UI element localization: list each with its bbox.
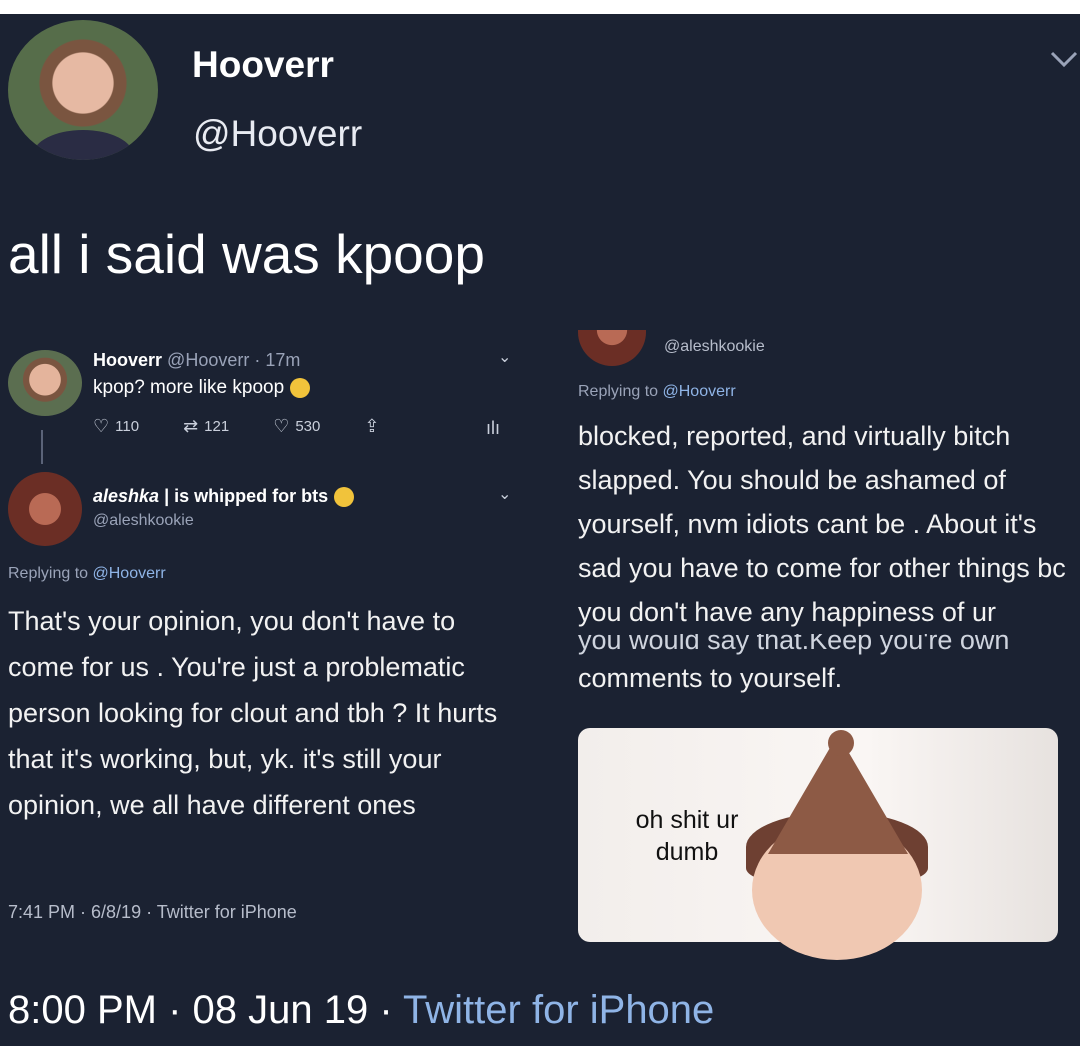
- share-action: ⇪: [364, 416, 385, 437]
- name-suffix: | is whipped for bts: [159, 486, 329, 506]
- replying-handle-link: @Hooverr: [92, 565, 166, 582]
- reply-text: blocked, reported, and virtually bitch s…: [578, 414, 1078, 700]
- top-white-strip: [0, 0, 1080, 14]
- tweet-footer: 8:00 PM · 08 Jun 19 · Twitter for iPhone: [8, 988, 714, 1033]
- tweet-source-link[interactable]: Twitter for iPhone: [403, 988, 714, 1032]
- embedded-tweet-header: Hooverr @Hooverr · 17m: [93, 350, 300, 371]
- reply-text-main: blocked, reported, and virtually bitch s…: [578, 421, 1066, 627]
- retweet-action: ⇄ 121: [183, 416, 229, 437]
- embedded-handle: @aleshkookie: [664, 338, 765, 355]
- styled-name: aleshka: [93, 486, 160, 506]
- retweet-icon: ⇄: [183, 416, 199, 436]
- replying-prefix: Replying to: [8, 565, 93, 582]
- reply-action: ♡ 110: [93, 416, 139, 437]
- meme-caption: oh shit ur dumb: [635, 806, 739, 866]
- avatar-shirt: [33, 130, 133, 160]
- like-count: 530: [295, 418, 321, 435]
- action-bar: ♡ 110 ⇄ 121 ♡ 530 ⇪: [93, 416, 429, 437]
- like-action: ♡ 530: [273, 416, 320, 437]
- emoji-icon: [334, 487, 355, 508]
- chevron-down-icon: ⌄: [498, 486, 512, 503]
- tweet-text: all i said was kpoop: [8, 223, 485, 285]
- timestamp: 7:41 PM · 6/8/19 · Twitter for iPhone: [8, 902, 297, 922]
- share-icon: ⇪: [364, 416, 380, 436]
- reply-text-cut-line: you would say that.Keep you're own: [578, 634, 1010, 655]
- avatar[interactable]: [8, 20, 158, 160]
- comment-icon: ♡: [93, 416, 110, 436]
- tweet-time-date: 8:00 PM · 08 Jun 19 ·: [8, 988, 404, 1032]
- replying-to: Replying to @Hooverr: [8, 565, 166, 583]
- embedded-display-name: Hooverr: [93, 350, 163, 370]
- replying-prefix: Replying to: [578, 383, 663, 400]
- display-name[interactable]: Hooverr: [192, 44, 334, 86]
- analytics-icon: ılı: [486, 418, 501, 438]
- thread-line: [41, 430, 43, 464]
- retweet-count: 121: [204, 418, 230, 435]
- embedded-handle: @aleshkookie: [93, 512, 194, 529]
- embedded-display-name: aleshka | is whipped for bts: [93, 486, 355, 508]
- emoji-icon: [290, 377, 311, 398]
- avatar: [8, 350, 82, 416]
- reply-text-end: comments to yourself.: [578, 663, 843, 693]
- chevron-down-icon: ⌄: [498, 349, 512, 366]
- reply-count: 110: [115, 418, 140, 435]
- replying-handle-link: @Hooverr: [662, 383, 736, 400]
- embedded-meta: @Hooverr · 17m: [167, 350, 301, 370]
- user-handle[interactable]: @Hooverr: [193, 113, 362, 155]
- embedded-tweet-text-content: kpop? more like kpoop: [93, 377, 285, 398]
- heart-icon: ♡: [273, 416, 290, 436]
- chevron-down-icon[interactable]: [1050, 48, 1078, 70]
- avatar: [8, 472, 82, 546]
- meme-hat-tip: [828, 730, 854, 756]
- reply-text: That's your opinion, you don't have to c…: [8, 606, 498, 820]
- embedded-tweet-text: kpop? more like kpoop: [93, 377, 311, 399]
- replying-to: Replying to @Hooverr: [578, 383, 736, 401]
